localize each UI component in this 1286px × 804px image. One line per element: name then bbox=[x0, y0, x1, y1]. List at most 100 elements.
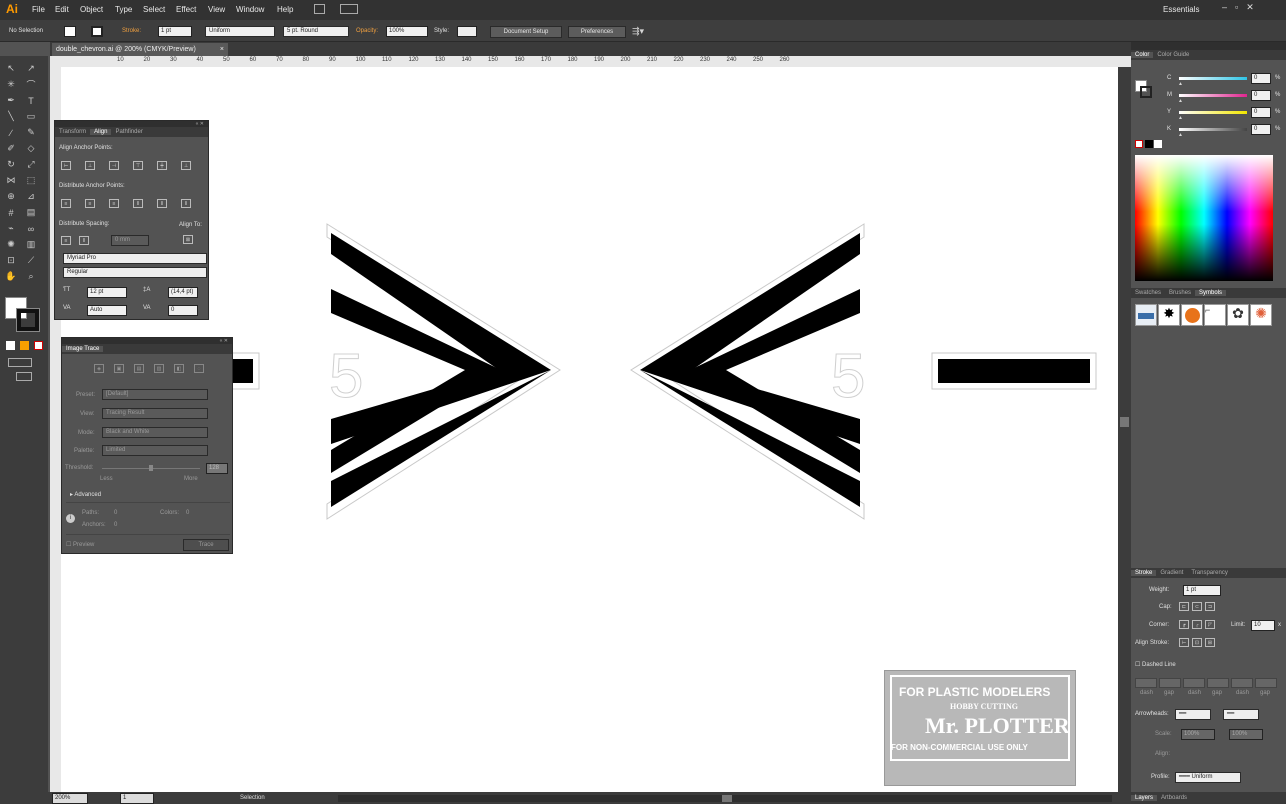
symbol-splatter[interactable]: ✸ bbox=[1158, 304, 1180, 326]
fill-swatch[interactable] bbox=[64, 26, 76, 37]
channel-row-k[interactable]: K ▲ 0% bbox=[1161, 123, 1283, 138]
preset-dropdown[interactable]: [Default] bbox=[102, 389, 208, 400]
auto-color-icon[interactable]: ◈ bbox=[94, 364, 104, 373]
stroke-panel-weight[interactable]: 1 pt bbox=[1183, 585, 1221, 596]
spacing-buttons[interactable]: ≡ ⦀ bbox=[61, 236, 89, 245]
stroke-center-icon[interactable]: ⊢ bbox=[1179, 638, 1189, 647]
artboard-number-field[interactable]: 1 bbox=[120, 793, 154, 804]
font-size-field[interactable]: 12 pt bbox=[87, 287, 127, 298]
symbol-orange-circle[interactable] bbox=[1181, 304, 1203, 326]
slice-icon[interactable]: ⟋ bbox=[24, 254, 38, 267]
dashed-line-checkbox[interactable]: ☐ Dashed Line bbox=[1135, 661, 1176, 668]
tracking-field[interactable]: 0 bbox=[168, 305, 198, 316]
trace-presets[interactable]: ◈ ▣ ▤ ▥ ◧ ◌ bbox=[94, 364, 204, 373]
blend-icon[interactable]: ∞ bbox=[24, 222, 38, 235]
tab-artboards[interactable]: Artboards bbox=[1157, 795, 1191, 801]
arrange-icon[interactable]: ⇶▾ bbox=[632, 26, 644, 37]
menu-file[interactable]: File bbox=[32, 5, 45, 14]
channel-row-m[interactable]: M ▲ 0% bbox=[1161, 89, 1283, 104]
none-mode-icon[interactable] bbox=[34, 341, 43, 350]
dash-gap-field[interactable] bbox=[1135, 678, 1157, 688]
scale-end-field[interactable]: 100% bbox=[1229, 729, 1263, 740]
mode-dropdown[interactable]: Black and White bbox=[102, 427, 208, 438]
blob-brush-icon[interactable]: ✐ bbox=[4, 142, 18, 155]
tab-symbols[interactable]: Symbols bbox=[1195, 290, 1227, 296]
align-to-selection-icon[interactable]: ⊠ bbox=[183, 235, 193, 244]
none-swatch[interactable] bbox=[1135, 140, 1143, 148]
vertical-spacing-icon[interactable]: ≡ bbox=[61, 236, 71, 245]
opacity-field[interactable]: 100% bbox=[386, 26, 428, 37]
projecting-cap-icon[interactable]: ⊐ bbox=[1205, 602, 1215, 611]
distribute-buttons[interactable]: ≡ ≡ ≡ ⦀ ⦀ ⦀ bbox=[61, 199, 191, 208]
preview-checkbox[interactable]: ☐ Preview bbox=[66, 541, 94, 548]
direct-selection-icon[interactable]: ↗ bbox=[24, 62, 38, 75]
channel-value-field[interactable]: 0 bbox=[1251, 90, 1271, 101]
butt-cap-icon[interactable]: ⊏ bbox=[1179, 602, 1189, 611]
tab-gradient[interactable]: Gradient bbox=[1156, 570, 1187, 576]
threshold-slider-handle[interactable] bbox=[149, 465, 153, 471]
shape-builder-icon[interactable]: ⊕ bbox=[4, 190, 18, 203]
corner-buttons[interactable]: ┏ ╭ ◸ bbox=[1179, 620, 1215, 629]
stroke-inside-icon[interactable]: ⊡ bbox=[1192, 638, 1202, 647]
opacity-label[interactable]: Opacity: bbox=[356, 28, 378, 34]
menu-window[interactable]: Window bbox=[236, 5, 264, 14]
white-swatch[interactable] bbox=[1154, 140, 1162, 148]
symbol-flower[interactable]: ✺ bbox=[1250, 304, 1272, 326]
distribute-left-icon[interactable]: ⦀ bbox=[133, 199, 143, 208]
distribute-hcenter-icon[interactable]: ⦀ bbox=[157, 199, 167, 208]
leading-field[interactable]: (14,4 pt) bbox=[168, 287, 198, 298]
black-white-icon[interactable]: ◧ bbox=[174, 364, 184, 373]
high-color-icon[interactable]: ▣ bbox=[114, 364, 124, 373]
eraser-icon[interactable]: ◇ bbox=[24, 142, 38, 155]
preferences-button[interactable]: Preferences bbox=[568, 26, 626, 38]
dash-gap-fields[interactable]: dash gap dash gap dash gap bbox=[1135, 678, 1285, 700]
symbol-page[interactable]: ⌐ bbox=[1204, 304, 1226, 326]
free-transform-icon[interactable]: ⬚ bbox=[24, 174, 38, 187]
channel-value-field[interactable]: 0 bbox=[1251, 73, 1271, 84]
width-tool-icon[interactable]: ⋈ bbox=[4, 174, 18, 187]
round-join-icon[interactable]: ╭ bbox=[1192, 620, 1202, 629]
tab-align[interactable]: Align bbox=[90, 129, 112, 135]
align-buttons[interactable]: ⊢ ⊥ ⊣ ⊤ ┿ ⊥ bbox=[61, 161, 191, 170]
eyedropper-icon[interactable]: ⌁ bbox=[4, 222, 18, 235]
gradient-icon[interactable]: ▤ bbox=[24, 206, 38, 219]
workspace-switcher[interactable]: Essentials bbox=[1163, 5, 1199, 14]
horizontal-scrollbar[interactable] bbox=[338, 795, 1112, 802]
symbol-banner[interactable] bbox=[1135, 304, 1157, 326]
grayscale-icon[interactable]: ▥ bbox=[154, 364, 164, 373]
tab-transparency[interactable]: Transparency bbox=[1187, 570, 1231, 576]
perspective-icon[interactable]: ⊿ bbox=[24, 190, 38, 203]
align-right-icon[interactable]: ⊣ bbox=[109, 161, 119, 170]
color-stroke-box[interactable] bbox=[1140, 86, 1152, 98]
pencil-icon[interactable]: ✎ bbox=[24, 126, 38, 139]
stroke-label[interactable]: Stroke: bbox=[122, 28, 141, 34]
tab-brushes[interactable]: Brushes bbox=[1165, 290, 1195, 296]
scale-icon[interactable]: ⤢ bbox=[24, 158, 38, 171]
symbol-list[interactable]: ✸ ⌐ ✿ ✺ bbox=[1135, 304, 1272, 326]
selection-tool-icon[interactable]: ↖ bbox=[4, 62, 18, 75]
window-controls[interactable]: –▫✕ bbox=[1222, 2, 1282, 14]
gradient-mode-icon[interactable] bbox=[20, 341, 29, 350]
stroke-swatch[interactable] bbox=[91, 26, 103, 37]
paintbrush-icon[interactable]: ∕ bbox=[4, 126, 18, 139]
distribute-bottom-icon[interactable]: ≡ bbox=[109, 199, 119, 208]
arrowhead-end[interactable]: ━━ bbox=[1223, 709, 1259, 720]
channel-slider[interactable] bbox=[1179, 77, 1247, 80]
channel-row-y[interactable]: Y ▲ 0% bbox=[1161, 106, 1283, 121]
cap-buttons[interactable]: ⊏ ⊂ ⊐ bbox=[1179, 602, 1215, 611]
tab-color[interactable]: Color bbox=[1131, 52, 1154, 58]
close-icon[interactable]: × bbox=[220, 43, 224, 56]
align-bottom-icon[interactable]: ⊥ bbox=[181, 161, 191, 170]
threshold-field[interactable]: 128 bbox=[206, 463, 228, 474]
symbol-sprayer-icon[interactable]: ✺ bbox=[4, 238, 18, 251]
channel-slider[interactable] bbox=[1179, 128, 1247, 131]
spacing-value-field[interactable]: 0 mm bbox=[111, 235, 149, 246]
zoom-field[interactable]: 200% bbox=[52, 793, 88, 804]
lasso-icon[interactable]: ⌒ bbox=[24, 78, 38, 91]
dash-gap-field[interactable] bbox=[1207, 678, 1229, 688]
tab-pathfinder[interactable]: Pathfinder bbox=[111, 129, 146, 135]
dash-gap-field[interactable] bbox=[1255, 678, 1277, 688]
align-stroke-buttons[interactable]: ⊢ ⊡ ⊞ bbox=[1179, 638, 1215, 647]
stroke-outside-icon[interactable]: ⊞ bbox=[1205, 638, 1215, 647]
palette-dropdown[interactable]: Limited bbox=[102, 445, 208, 456]
